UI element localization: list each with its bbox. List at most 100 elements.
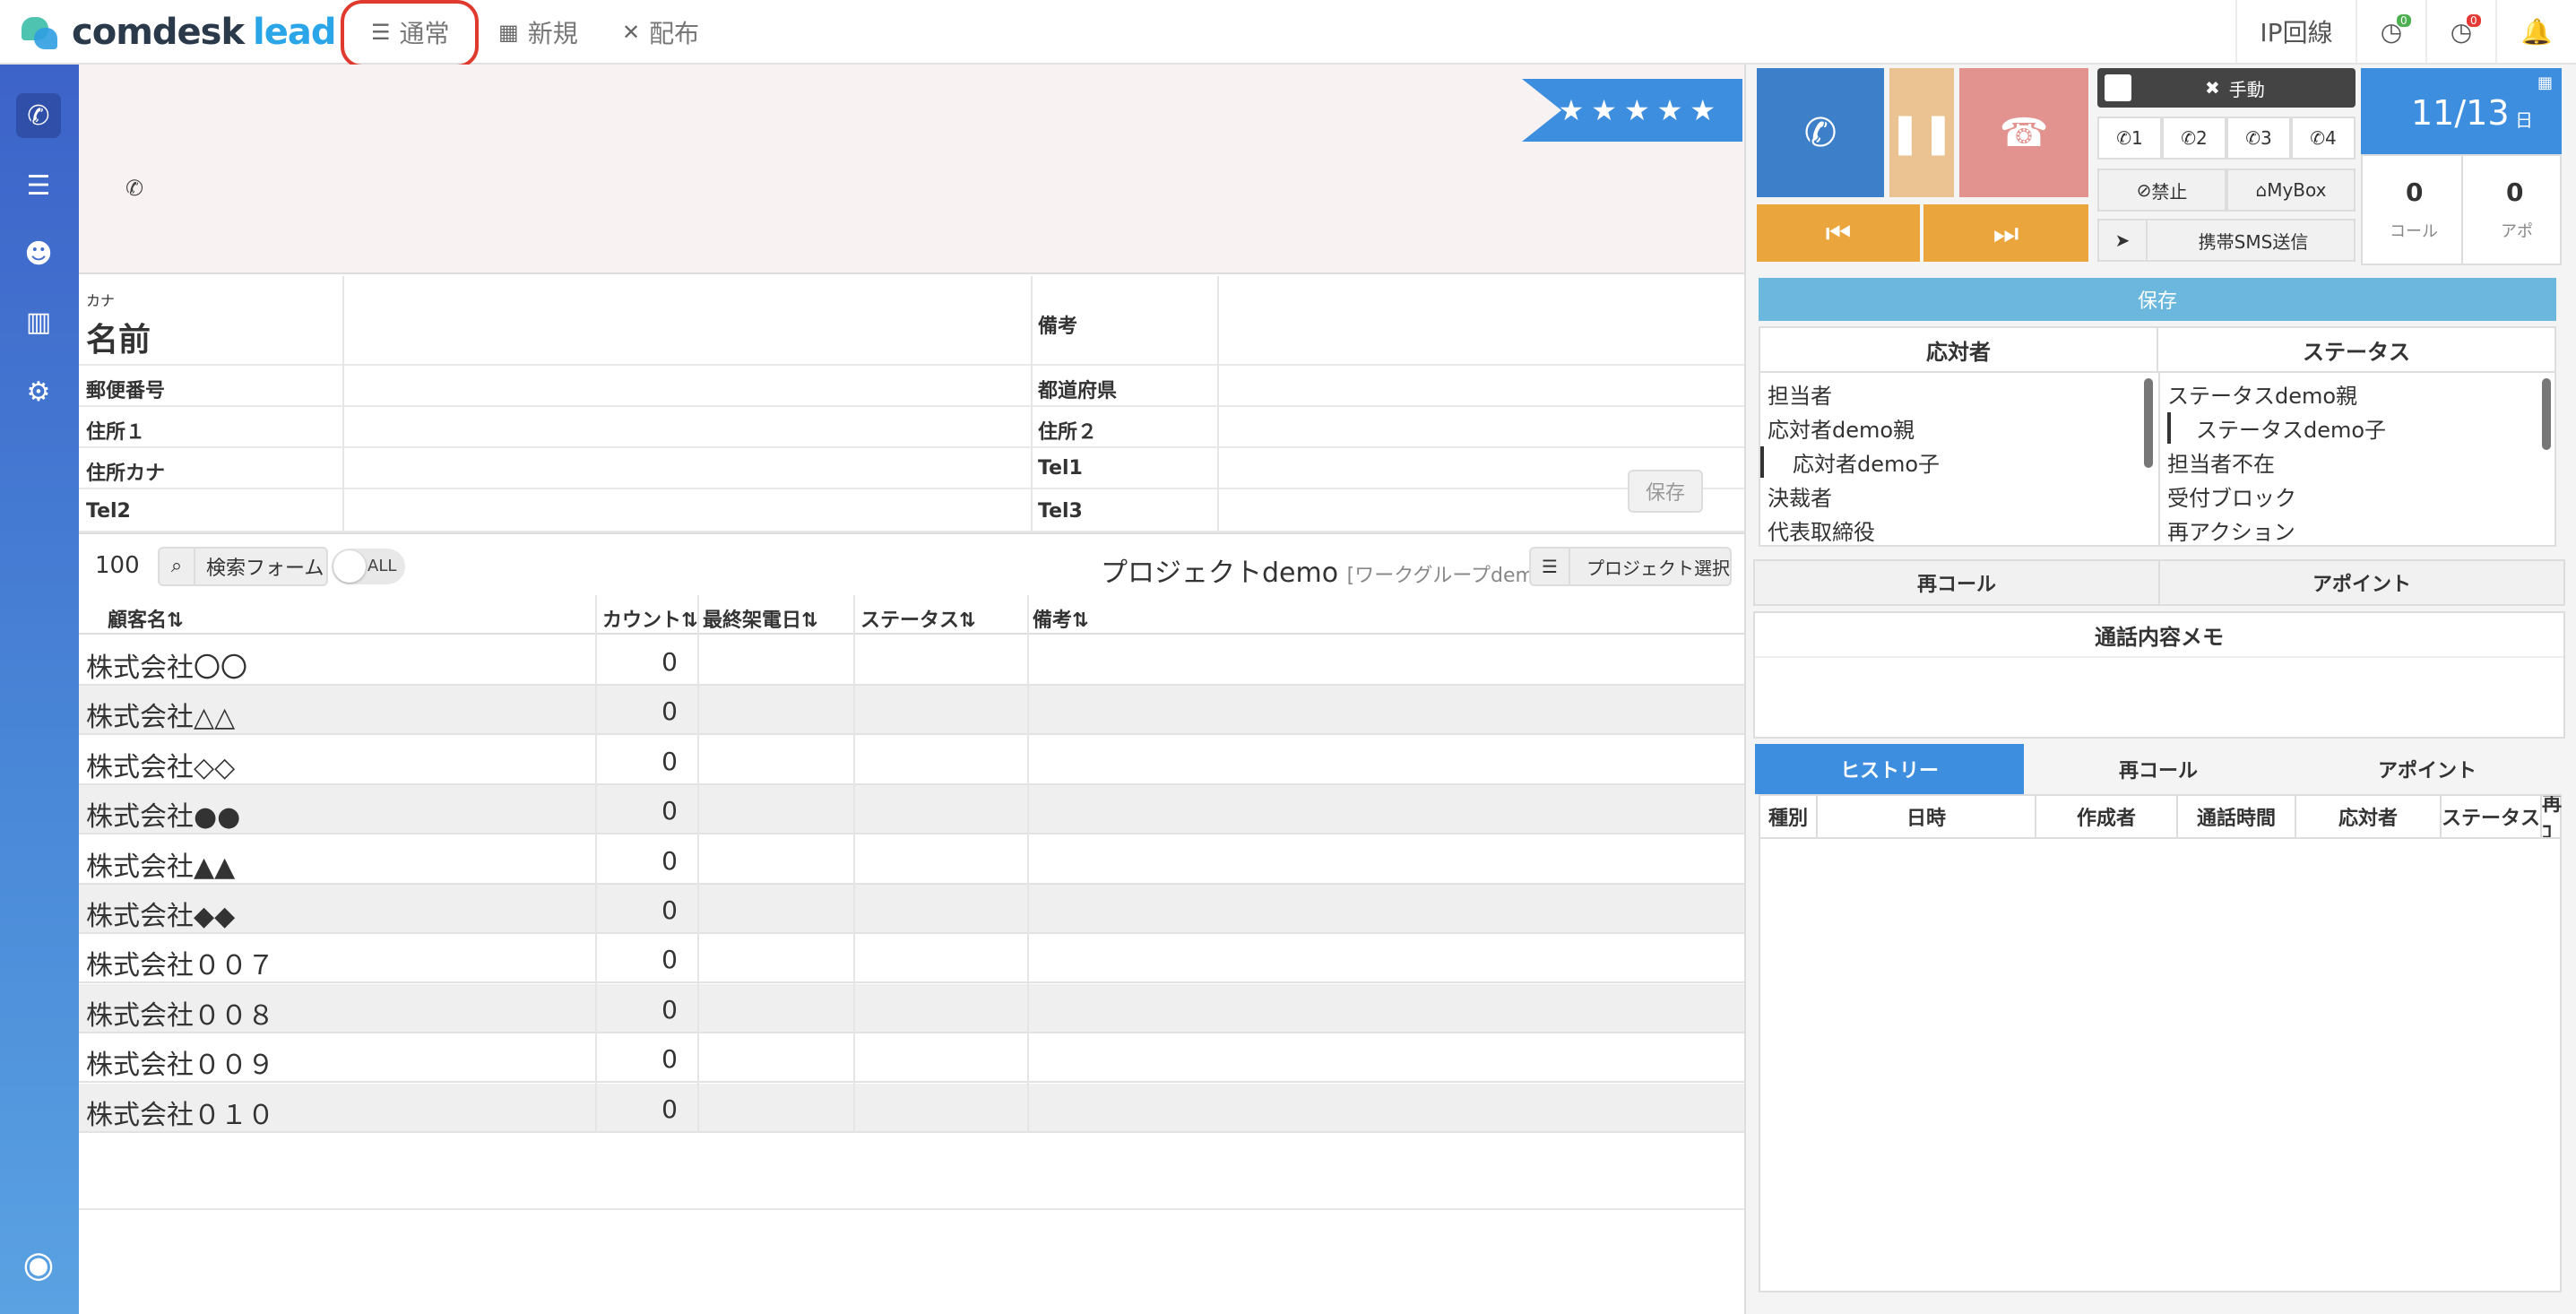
tab-new[interactable]: ▦ 新規 (498, 7, 578, 57)
workgroup-text: [ワークグループdemo] (1346, 565, 1554, 587)
tab-distribute[interactable]: ✕ 配布 (622, 7, 699, 57)
customer-name[interactable]: 株式会社◆◆ (86, 894, 235, 933)
save-button[interactable]: 保存 (1759, 278, 2556, 321)
call-button[interactable]: ✆ (1757, 68, 1884, 197)
responder-option[interactable]: 担当者 (1768, 378, 1832, 410)
pause-icon: ❚❚ (1889, 109, 1955, 156)
ban-button[interactable]: ⊘ 禁止 (2097, 169, 2226, 212)
table-row[interactable]: 株式会社●● 0 (79, 785, 1744, 835)
status-option[interactable]: 再アクション (2167, 514, 2295, 546)
line-4-button[interactable]: ✆ 4 (2291, 117, 2356, 160)
database-icon[interactable]: ☰ (16, 163, 61, 208)
gear-icon[interactable]: ⚙ (16, 369, 61, 414)
table-row[interactable]: 株式会社００７ 0 (79, 934, 1744, 984)
status-option[interactable]: ステータスdemo親 (2167, 378, 2357, 410)
customer-name[interactable]: 株式会社〇〇 (86, 645, 247, 685)
ip-line-button[interactable]: IP回線 (2235, 0, 2356, 63)
all-toggle[interactable]: ALL (332, 549, 405, 584)
logo-text: comdesk (72, 12, 245, 53)
customer-name[interactable]: 株式会社▲▲ (86, 844, 235, 884)
divider (1217, 276, 1219, 532)
phone-icon: ✆ (2181, 127, 2197, 149)
line-label: 1 (2131, 127, 2143, 149)
customer-name[interactable]: 株式会社００７ (86, 943, 274, 982)
customer-name[interactable]: 株式会社０１０ (86, 1093, 274, 1132)
tab-history[interactable]: ヒストリー (1755, 744, 2024, 794)
account-icon[interactable]: ◉ (16, 1242, 61, 1287)
table-row[interactable]: 株式会社００９ 0 (79, 1033, 1744, 1084)
column-header-count[interactable]: カウント⇅ (602, 604, 697, 633)
responder-option[interactable]: 応対者demo親 (1768, 412, 1915, 444)
previous-button[interactable]: ⏮ (1757, 204, 1920, 262)
skip-forward-icon: ⏭ (1993, 215, 2019, 250)
status-option[interactable]: 受付ブロック (2167, 480, 2296, 512)
tab-new-label: 新規 (527, 19, 578, 48)
appoint-button[interactable]: アポイント (2158, 559, 2565, 606)
column-header-remarks[interactable]: 備考⇅ (1033, 604, 1088, 633)
customer-name[interactable]: 株式会社００８ (86, 993, 274, 1033)
divider (1031, 276, 1033, 532)
hangup-icon: ☎ (1999, 109, 2049, 156)
scrollbar[interactable] (2542, 378, 2551, 450)
table-row[interactable]: 株式会社〇〇 0 (79, 636, 1744, 686)
tab-recall[interactable]: 再コール (2024, 744, 2293, 794)
detail-row-kana (79, 448, 1744, 489)
column-header-name[interactable]: 顧客名⇅ (108, 604, 183, 633)
project-name-text: プロジェクトdemo (1101, 558, 1339, 589)
customer-count: 0 (661, 945, 678, 975)
table-row[interactable]: 株式会社△△ 0 (79, 686, 1744, 736)
column-header-status[interactable]: ステータス⇅ (860, 604, 975, 633)
table-row[interactable]: 株式会社◇◇ 0 (79, 736, 1744, 785)
line-3-button[interactable]: ✆ 3 (2226, 117, 2291, 160)
responder-option-selected[interactable]: 応対者demo子 (1760, 446, 2029, 478)
responder-option[interactable]: 決裁者 (1768, 480, 1832, 512)
notification-button[interactable]: 🔔 (2495, 0, 2576, 63)
table-row[interactable]: 株式会社◆◆ 0 (79, 885, 1744, 934)
customer-name[interactable]: 株式会社△△ (86, 695, 235, 734)
phone-icon: ✆ (2245, 127, 2261, 149)
bell-icon: 🔔 (2520, 16, 2553, 47)
table-row[interactable]: 株式会社▲▲ 0 (79, 835, 1744, 885)
tab-appoint[interactable]: アポイント (2293, 744, 2562, 794)
customer-name[interactable]: 株式会社●● (86, 794, 240, 834)
scrollbar[interactable] (2144, 378, 2153, 468)
phone-icon[interactable]: ✆ (16, 93, 61, 138)
detail-save-button[interactable]: 保存 (1628, 470, 1703, 513)
phone-icon: ✆ (1803, 109, 1837, 156)
search-form-button[interactable]: ⌕ 検索フォーム (158, 547, 328, 586)
status-option-selected[interactable]: ステータスdemo子 (2167, 412, 2386, 444)
responder-option[interactable]: 代表取締役 (1768, 514, 1875, 546)
search-form-label: 検索フォーム (206, 558, 324, 580)
app-logo[interactable]: comdesk lead (18, 5, 337, 59)
timer-button-1[interactable]: ◷ 0 (2356, 0, 2425, 63)
line-1-button[interactable]: ✆ 1 (2097, 117, 2162, 160)
list-icon: ☰ (1531, 549, 1570, 584)
customer-name[interactable]: 株式会社◇◇ (86, 745, 235, 784)
manual-mode-toggle[interactable]: ✖ 手動 (2097, 68, 2356, 108)
table-row[interactable]: 株式会社００８ 0 (79, 983, 1744, 1033)
chart-icon[interactable]: ▥ (16, 299, 61, 344)
send-icon: ➤ (2099, 220, 2148, 260)
users-icon[interactable]: ☻ (16, 231, 61, 276)
column-header-last-call[interactable]: 最終架電日⇅ (703, 604, 817, 633)
pause-button[interactable]: ❚❚ (1889, 68, 1955, 197)
memo-title: 通話内容メモ (1755, 613, 2563, 658)
next-button[interactable]: ⏭ (1923, 204, 2088, 262)
calendar-icon[interactable]: ▦ (2537, 73, 2553, 92)
recall-button[interactable]: 再コール (1753, 559, 2160, 606)
project-select-label: プロジェクト選択 (1586, 557, 1730, 579)
tab-normal[interactable]: ☰ 通常 (371, 7, 450, 57)
timer-button-2[interactable]: ◷ 0 (2425, 0, 2495, 63)
mybox-button[interactable]: ⌂ MyBox (2226, 169, 2356, 212)
table-row[interactable]: 株式会社０１０ 0 (79, 1083, 1744, 1133)
status-option[interactable]: 担当者不在 (2167, 446, 2275, 478)
phone-icon[interactable]: ✆ (125, 176, 143, 201)
line-2-button[interactable]: ✆ 2 (2162, 117, 2226, 160)
hangup-button[interactable]: ☎ (1959, 68, 2088, 197)
customer-name[interactable]: 株式会社００９ (86, 1042, 274, 1082)
call-memo[interactable]: 通話内容メモ (1753, 611, 2565, 739)
line-label: 2 (2196, 127, 2208, 149)
sms-button[interactable]: ➤ 携帯SMS送信 (2097, 219, 2356, 262)
project-select-button[interactable]: ☰ プロジェクト選択 (1529, 547, 1732, 586)
checkbox[interactable] (2105, 74, 2131, 101)
